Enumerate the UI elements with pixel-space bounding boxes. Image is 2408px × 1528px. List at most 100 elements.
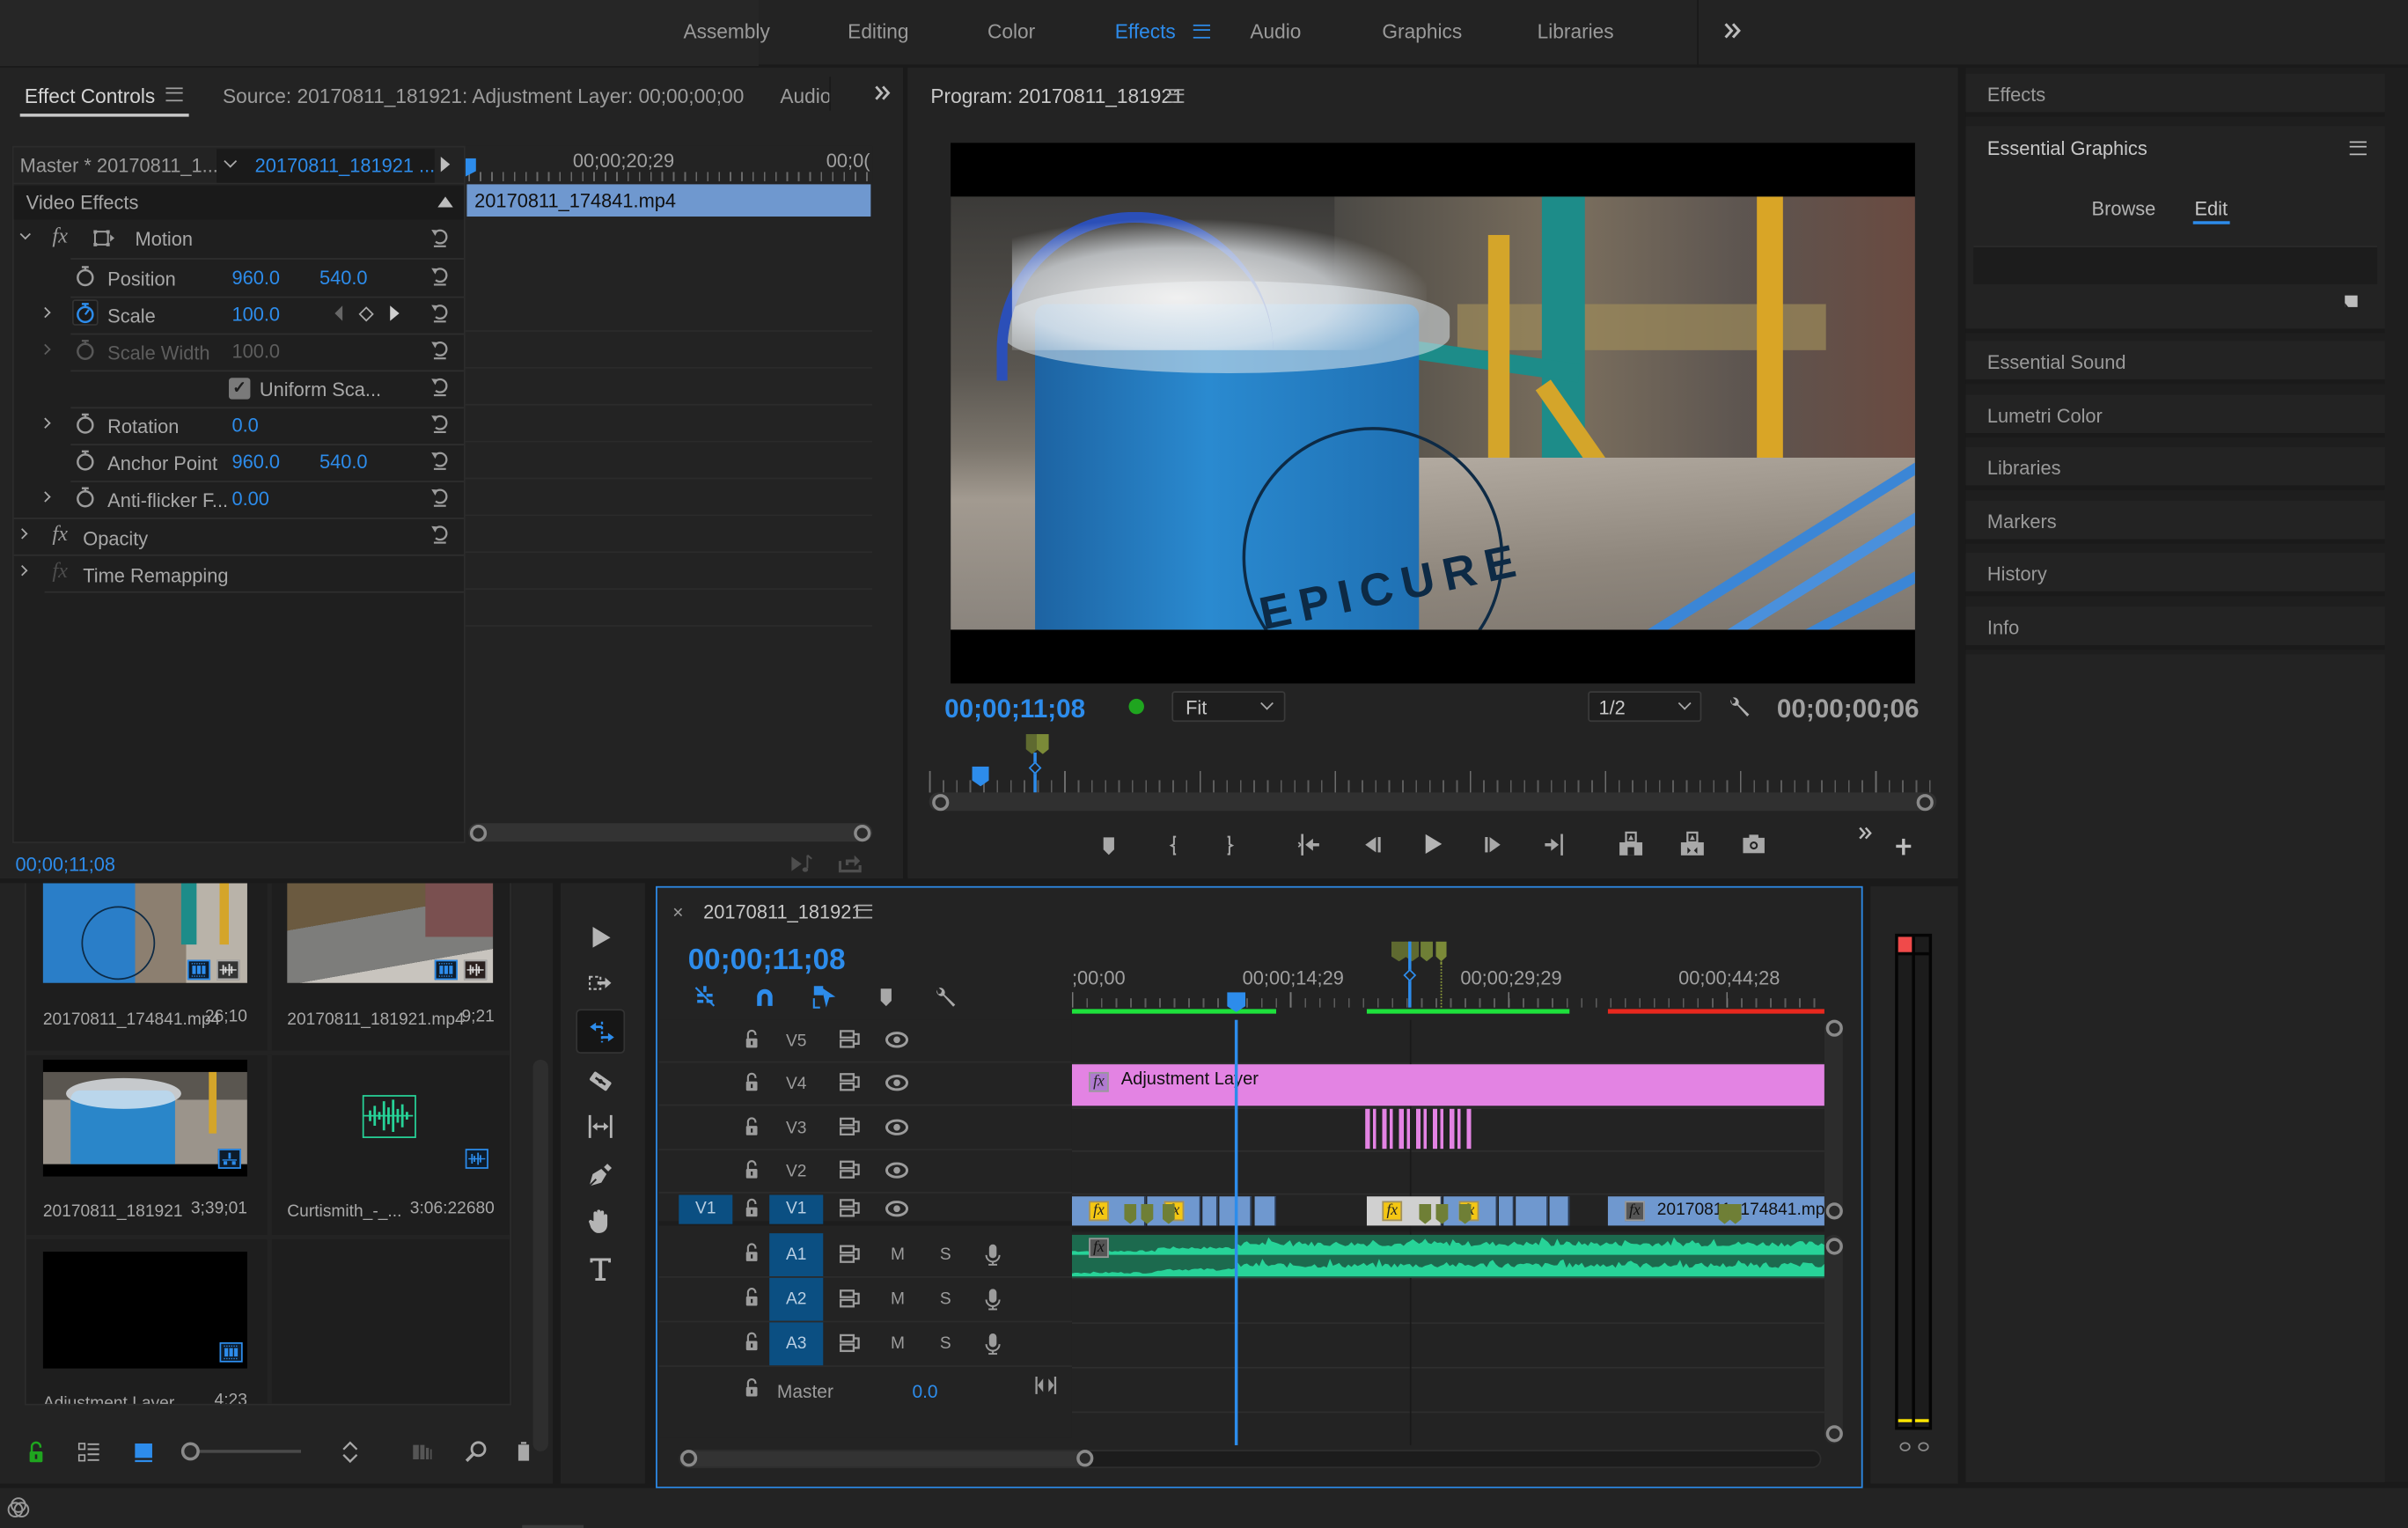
workspace-tab-graphics[interactable]: Graphics bbox=[1382, 21, 1462, 41]
stopwatch-icon[interactable] bbox=[74, 485, 97, 508]
workspace-tab-assembly[interactable]: Assembly bbox=[683, 21, 769, 41]
slider-handle[interactable] bbox=[180, 1442, 200, 1461]
lock-track-icon[interactable] bbox=[742, 1159, 762, 1179]
linked-selection-icon[interactable] bbox=[812, 984, 837, 1009]
fx-toggle-icon[interactable]: fx bbox=[52, 525, 68, 547]
clip-selector-dropdown[interactable]: 20170811_181921 ... bbox=[217, 149, 435, 183]
toggle-sync-lock-icon[interactable] bbox=[839, 1196, 862, 1219]
project-lock-icon[interactable] bbox=[25, 1441, 48, 1464]
reset-icon[interactable] bbox=[429, 449, 450, 472]
solo-track-button[interactable]: S bbox=[940, 1246, 951, 1264]
mute-track-button[interactable]: M bbox=[891, 1291, 905, 1308]
master-clip-label[interactable]: Master * 20170811_1... bbox=[20, 157, 218, 176]
effect-opacity[interactable]: fx Opacity bbox=[14, 518, 464, 555]
lock-track-icon[interactable] bbox=[742, 1117, 762, 1137]
workspace-menu-icon[interactable] bbox=[1193, 24, 1210, 39]
sequence-marker-icon[interactable] bbox=[1391, 941, 1407, 962]
previous-keyframe-icon[interactable] bbox=[334, 305, 343, 321]
creative-cloud-icon[interactable] bbox=[6, 1496, 31, 1521]
anchor-y-value[interactable]: 540.0 bbox=[319, 453, 368, 473]
track-content-area[interactable]: fx Adjustment Layer fx fx fx fx bbox=[1071, 1019, 1824, 1445]
lock-track-icon[interactable] bbox=[742, 1287, 762, 1307]
extract-button[interactable] bbox=[1678, 831, 1706, 857]
track-target-toggle[interactable]: V5 bbox=[769, 1021, 823, 1061]
clip-bar[interactable]: 20170811_174841.mp4 bbox=[466, 184, 871, 217]
timeline-settings-wrench-icon[interactable] bbox=[932, 984, 957, 1009]
scale-value[interactable]: 100.0 bbox=[231, 305, 280, 325]
step-forward-button[interactable] bbox=[1482, 833, 1507, 857]
solo-left-channel-button[interactable] bbox=[1899, 1442, 1911, 1451]
stopwatch-icon[interactable] bbox=[74, 412, 97, 435]
sequence-marker-icon[interactable] bbox=[1421, 941, 1433, 962]
scroll-handle-left[interactable] bbox=[469, 824, 488, 841]
toggle-sync-lock-icon[interactable] bbox=[839, 1243, 862, 1266]
project-item[interactable]: Adjustment Layer 4:23 bbox=[26, 1239, 268, 1404]
program-monitor-menu-icon[interactable] bbox=[1167, 89, 1185, 103]
program-playhead-timecode[interactable]: 00;00;11;08 bbox=[944, 695, 1085, 722]
scroll-handle-right[interactable] bbox=[854, 824, 871, 841]
add-keyframe-icon[interactable] bbox=[358, 306, 374, 322]
mini-ruler[interactable]: 00;00;20;29 00;0( bbox=[465, 145, 873, 183]
scroll-handle-top[interactable] bbox=[1824, 1238, 1843, 1255]
track-target-toggle[interactable]: A1 bbox=[769, 1233, 824, 1277]
voice-over-record-mic-icon[interactable] bbox=[981, 1287, 1004, 1311]
toggle-sync-lock-icon[interactable] bbox=[839, 1070, 862, 1093]
sequence-tab[interactable]: 20170811_181921 bbox=[703, 903, 862, 922]
voice-over-record-mic-icon[interactable] bbox=[981, 1243, 1004, 1267]
panel-history[interactable]: History bbox=[1965, 553, 2385, 597]
panel-markers[interactable]: Markers bbox=[1965, 500, 2385, 544]
expand-chevron-icon[interactable] bbox=[40, 491, 51, 503]
zoom-level-dropdown[interactable]: Fit bbox=[1171, 691, 1286, 723]
toggle-track-output-eye-icon[interactable] bbox=[885, 1115, 909, 1140]
left-channel-peak-indicator[interactable] bbox=[1898, 937, 1912, 952]
mute-track-button[interactable]: M bbox=[891, 1246, 905, 1264]
reset-icon[interactable] bbox=[429, 264, 450, 287]
project-vertical-scrollbar[interactable] bbox=[532, 1059, 548, 1451]
toggle-track-output-eye-icon[interactable] bbox=[885, 1027, 909, 1052]
timeline-ruler[interactable]: ;00;00 00;00;14;29 00;00;29;29 00;00;44;… bbox=[1071, 934, 1824, 1017]
thumbnail-size-slider[interactable] bbox=[180, 1441, 305, 1462]
toggle-sync-lock-icon[interactable] bbox=[839, 1027, 862, 1050]
tab-source[interactable]: Source: 20170811_181921: Adjustment Laye… bbox=[223, 86, 744, 107]
track-target-toggle[interactable]: A3 bbox=[769, 1322, 824, 1366]
a1-audio-clip[interactable]: fx bbox=[1071, 1234, 1824, 1278]
sort-icons-icon[interactable] bbox=[340, 1441, 361, 1464]
sequence-menu-icon[interactable] bbox=[855, 904, 873, 919]
video-clip[interactable] bbox=[1499, 1196, 1515, 1226]
ripple-edit-tool-button[interactable] bbox=[576, 1009, 626, 1054]
scroll-handle-left[interactable] bbox=[679, 1450, 698, 1467]
hand-tool-icon[interactable] bbox=[587, 1207, 614, 1234]
expand-chevron-icon[interactable] bbox=[19, 228, 31, 240]
fx-toggle-icon[interactable]: fx bbox=[52, 226, 68, 248]
reset-icon[interactable] bbox=[429, 375, 450, 398]
reset-icon[interactable] bbox=[429, 412, 450, 435]
track-target-toggle[interactable]: V3 bbox=[769, 1109, 823, 1149]
v3-short-clips[interactable] bbox=[1365, 1108, 1473, 1150]
voice-over-record-mic-icon[interactable] bbox=[981, 1332, 1004, 1356]
tab-browse[interactable]: Browse bbox=[2092, 200, 2156, 219]
tab-effect-controls[interactable]: Effect Controls bbox=[25, 86, 155, 107]
snap-magnet-icon[interactable] bbox=[752, 984, 777, 1009]
track-target-toggle[interactable]: V4 bbox=[769, 1064, 823, 1104]
toggle-track-output-eye-icon[interactable] bbox=[885, 1196, 909, 1221]
lock-track-icon[interactable] bbox=[742, 1072, 762, 1092]
clip-marker-icon[interactable] bbox=[1729, 1204, 1742, 1224]
play-audio-icon[interactable] bbox=[789, 852, 814, 875]
video-clip[interactable] bbox=[1549, 1196, 1570, 1226]
panel-overflow-icon[interactable] bbox=[872, 83, 892, 103]
project-item[interactable]: 20170811_174841.mp4 26;10 bbox=[26, 883, 268, 1050]
scroll-handle-left[interactable] bbox=[932, 793, 950, 811]
step-back-button[interactable] bbox=[1359, 833, 1384, 857]
tab-audio-clip-mixer[interactable]: Audio bbox=[780, 86, 831, 107]
expand-chevron-icon[interactable] bbox=[40, 343, 51, 356]
panel-effects[interactable]: Effects bbox=[1965, 73, 2385, 117]
toggle-sync-lock-icon[interactable] bbox=[839, 1332, 862, 1355]
toggle-track-output-eye-icon[interactable] bbox=[885, 1158, 909, 1183]
lock-track-icon[interactable] bbox=[742, 1029, 762, 1049]
slip-tool-icon[interactable] bbox=[585, 1113, 616, 1140]
lock-track-icon[interactable] bbox=[742, 1332, 762, 1352]
toggle-sync-lock-icon[interactable] bbox=[839, 1115, 862, 1138]
panel-title[interactable]: Essential Graphics bbox=[1987, 140, 2147, 159]
sequence-marker-icon[interactable] bbox=[1405, 941, 1420, 962]
expand-chevron-icon[interactable] bbox=[17, 565, 28, 577]
